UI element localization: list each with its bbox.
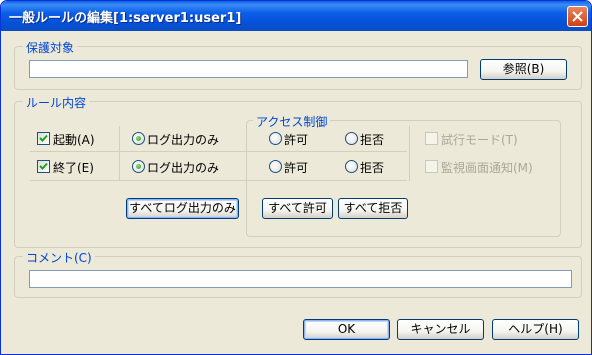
checkmark-icon bbox=[39, 162, 48, 170]
title-bar[interactable]: 一般ルールの編集[1:server1:user1] bbox=[1, 1, 591, 31]
dialog-body: 保護対象 参照(B) ルール内容 アクセス制御 起動(A) ログ出力のみ 許可 … bbox=[4, 31, 588, 351]
startup-log-only-radio[interactable] bbox=[132, 132, 145, 145]
startup-log-only-label[interactable]: ログ出力のみ bbox=[147, 131, 219, 148]
close-icon bbox=[572, 11, 583, 22]
help-button[interactable]: ヘルプ(H) bbox=[492, 319, 579, 340]
startup-deny-radio[interactable] bbox=[345, 132, 358, 145]
exit-checkbox[interactable] bbox=[37, 160, 50, 173]
column-divider bbox=[409, 126, 410, 181]
row-divider bbox=[30, 180, 407, 181]
browse-button[interactable]: 参照(B) bbox=[480, 59, 567, 80]
exit-allow-label[interactable]: 許可 bbox=[284, 159, 308, 176]
exit-label[interactable]: 終了(E) bbox=[53, 159, 94, 176]
exit-deny-label[interactable]: 拒否 bbox=[360, 159, 384, 176]
protect-target-input[interactable] bbox=[29, 60, 468, 78]
cancel-button[interactable]: キャンセル bbox=[397, 319, 484, 340]
trial-mode-label[interactable]: 試行モード(T) bbox=[441, 131, 518, 148]
protect-target-legend: 保護対象 bbox=[23, 39, 78, 56]
startup-checkbox[interactable] bbox=[37, 132, 50, 145]
startup-allow-label[interactable]: 許可 bbox=[284, 131, 308, 148]
exit-deny-radio[interactable] bbox=[345, 160, 358, 173]
comment-legend: コメント(C) bbox=[23, 249, 95, 266]
monitor-notify-checkbox[interactable] bbox=[425, 160, 438, 173]
all-log-only-button[interactable]: すべてログ出力のみ bbox=[126, 198, 239, 219]
comment-input[interactable] bbox=[29, 270, 572, 288]
monitor-notify-label[interactable]: 監視画面通知(M) bbox=[441, 159, 533, 176]
ok-button[interactable]: OK bbox=[303, 319, 390, 340]
startup-deny-label[interactable]: 拒否 bbox=[360, 131, 384, 148]
startup-allow-radio[interactable] bbox=[269, 132, 282, 145]
all-deny-button[interactable]: すべて拒否 bbox=[338, 198, 408, 219]
access-control-legend: アクセス制御 bbox=[253, 113, 331, 130]
startup-label[interactable]: 起動(A) bbox=[53, 131, 95, 148]
exit-log-only-radio[interactable] bbox=[132, 160, 145, 173]
all-allow-button[interactable]: すべて許可 bbox=[262, 198, 333, 219]
exit-log-only-label[interactable]: ログ出力のみ bbox=[147, 159, 219, 176]
rule-edit-dialog: 一般ルールの編集[1:server1:user1] 保護対象 参照(B) ルール… bbox=[0, 0, 592, 355]
checkmark-icon bbox=[39, 134, 48, 142]
window-title: 一般ルールの編集[1:server1:user1] bbox=[9, 11, 242, 26]
rule-contents-legend: ルール内容 bbox=[23, 94, 90, 111]
row-divider bbox=[30, 151, 407, 152]
column-divider bbox=[119, 126, 120, 181]
close-button[interactable] bbox=[567, 6, 588, 27]
exit-allow-radio[interactable] bbox=[269, 160, 282, 173]
trial-mode-checkbox[interactable] bbox=[425, 132, 438, 145]
